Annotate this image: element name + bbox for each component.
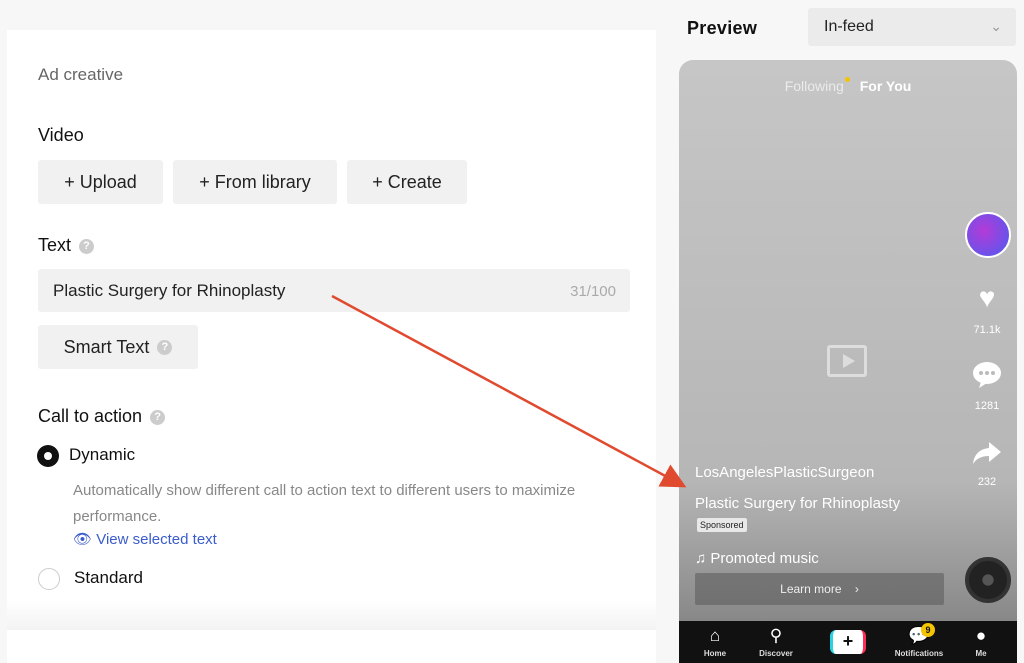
help-icon[interactable]: ?	[79, 238, 95, 254]
video-placeholder-icon	[827, 345, 867, 377]
bottom-strip	[7, 630, 656, 663]
smart-text-label: Smart Text	[63, 336, 150, 357]
learn-more-label: Learn more	[780, 582, 842, 596]
nav-discover[interactable]: ⚲ Discover	[748, 625, 804, 658]
card-bottom-shadow	[7, 600, 656, 630]
promoted-music: ♫ Promoted music	[695, 550, 819, 567]
cta-label-row: Call to action?	[38, 406, 166, 427]
ad-text-value: Plastic Surgery for Rhinoplasty	[53, 281, 286, 300]
placement-select[interactable]: In-feed ⌄	[808, 8, 1016, 46]
smart-text-button[interactable]: Smart Text?	[38, 325, 198, 369]
nav-notifications-label: Notifications	[894, 649, 944, 658]
video-label: Video	[38, 125, 84, 145]
preview-title: Preview	[687, 18, 758, 38]
phone-preview: Following For You ♥ 71.1k 1281 232 LosAn…	[679, 60, 1017, 663]
dynamic-radio[interactable]	[37, 445, 59, 467]
placement-value: In-feed	[824, 18, 874, 35]
heart-icon[interactable]: ♥	[971, 282, 1003, 314]
comment-count: 1281	[974, 400, 1000, 412]
chevron-down-icon: ⌄	[990, 18, 1002, 34]
learn-more-button[interactable]: Learn more ›	[695, 573, 944, 605]
char-count: 31/100	[570, 283, 616, 300]
help-icon[interactable]: ?	[157, 339, 173, 355]
top-strip	[0, 0, 662, 30]
chevron-right-icon: ›	[854, 582, 859, 596]
standard-label[interactable]: Standard	[74, 568, 143, 588]
notification-badge: 9	[921, 623, 935, 637]
view-selected-text-link[interactable]: 👁 View selected text	[73, 530, 217, 548]
tab-following[interactable]: Following	[785, 78, 844, 94]
profile-icon: ●	[975, 626, 987, 645]
nav-notifications[interactable]: 💬 9 Notifications	[891, 623, 947, 658]
dynamic-label[interactable]: Dynamic	[69, 445, 135, 465]
nav-me[interactable]: ● Me	[953, 625, 1009, 658]
nav-me-label: Me	[975, 649, 987, 658]
text-label-row: Text?	[38, 235, 95, 256]
create-button[interactable]: + Create	[347, 160, 467, 204]
dynamic-description: Automatically show different call to act…	[73, 482, 576, 525]
bottom-nav: ⌂ Home ⚲ Discover + 💬 9 Notifications ● …	[679, 621, 1017, 663]
comment-icon[interactable]	[971, 358, 1003, 390]
from-library-button[interactable]: + From library	[173, 160, 337, 204]
like-count: 71.1k	[973, 324, 1001, 336]
share-count: 232	[977, 476, 997, 488]
view-selected-text-label: View selected text	[96, 531, 217, 548]
help-icon[interactable]: ?	[150, 409, 166, 425]
text-label: Text	[38, 235, 72, 255]
share-icon[interactable]	[971, 436, 1003, 468]
create-plus-button[interactable]: +	[830, 630, 866, 654]
live-dot-icon	[845, 77, 850, 82]
nav-home[interactable]: ⌂ Home	[687, 625, 743, 658]
nav-discover-label: Discover	[759, 649, 793, 658]
message-icon: 💬	[908, 626, 930, 645]
ad-text-input[interactable]: Plastic Surgery for Rhinoplasty 31/100	[38, 269, 630, 312]
eye-icon: 👁	[73, 531, 93, 548]
sponsored-badge: Sponsored	[697, 518, 747, 532]
standard-radio[interactable]	[38, 568, 60, 590]
home-icon: ⌂	[709, 626, 721, 645]
tab-for-you[interactable]: For You	[860, 78, 912, 94]
upload-button[interactable]: + Upload	[38, 160, 163, 204]
music-disc-icon[interactable]	[965, 557, 1011, 603]
avatar[interactable]	[965, 212, 1011, 258]
cta-label: Call to action	[38, 406, 143, 426]
nav-home-label: Home	[703, 649, 727, 658]
search-icon: ⚲	[769, 626, 783, 645]
account-handle[interactable]: LosAngelesPlasticSurgeon	[695, 464, 874, 481]
ad-caption: Plastic Surgery for Rhinoplasty	[695, 495, 901, 512]
section-title: Ad creative	[38, 65, 124, 84]
